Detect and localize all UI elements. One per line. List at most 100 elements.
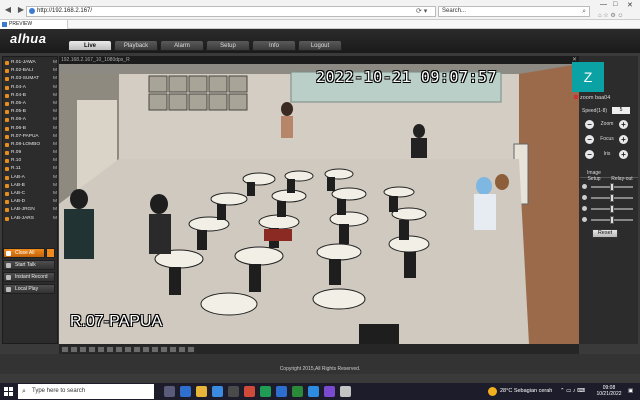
layout-16-icon[interactable] [88,345,96,353]
tab-relay-out[interactable]: Relay-out [608,176,636,182]
focus-out-button[interactable]: − [585,135,594,144]
focus-in-button[interactable]: + [619,135,628,144]
zoom-icon[interactable] [169,345,177,353]
camera-main-stream[interactable]: M [53,84,57,92]
mail-icon[interactable] [212,386,223,397]
contrast-knob[interactable] [610,194,614,202]
store-icon[interactable] [228,386,239,397]
maximize-button[interactable]: □ [613,1,617,8]
brightness-knob[interactable] [610,183,614,191]
camera-list-item[interactable]: R.04-A M [4,84,58,92]
back-icon[interactable]: ◀ [3,5,13,15]
reset-button[interactable]: Reset [592,229,618,238]
camera-main-stream[interactable]: M [53,125,57,133]
camera-main-stream[interactable]: M [53,165,57,173]
instant-record-button[interactable]: Instant Record [3,272,55,282]
camera-main-stream[interactable]: M [53,67,57,75]
camera-list-item[interactable]: R.06-A M [4,116,58,124]
layout-36-icon[interactable] [106,345,114,353]
word-icon[interactable] [276,386,287,397]
close-window-button[interactable]: ✕ [627,1,633,9]
camera-list-item[interactable]: R.07-PAPUA M [4,133,58,141]
layout-dropdown[interactable] [46,248,55,258]
camera-list-item[interactable]: R.05-A M [4,100,58,108]
camera-list-item[interactable]: LAB-JRGN M [4,206,58,214]
menu-live[interactable]: Live [68,40,112,51]
camera-list-item[interactable]: LAB-D M [4,198,58,206]
audio-icon[interactable] [142,345,150,353]
camera-list-item[interactable]: R.10 M [4,157,58,165]
task-view-icon[interactable] [164,386,175,397]
camera-main-stream[interactable]: M [53,206,57,214]
hue-knob[interactable] [610,216,614,224]
camera-main-stream[interactable]: M [53,215,57,223]
menu-setup[interactable]: Setup [206,40,250,51]
camera-list-item[interactable]: LAB-C M [4,190,58,198]
camera-main-stream[interactable]: M [53,92,57,100]
camera-main-stream[interactable]: M [53,174,57,182]
layout-4-icon[interactable] [70,345,78,353]
iris-close-button[interactable]: − [585,150,594,159]
windows-start-icon[interactable] [4,387,13,396]
zoom-app-icon[interactable] [308,386,319,397]
notification-icon[interactable]: ▣ [628,383,633,400]
layout-25-icon[interactable] [97,345,105,353]
menu-alarm[interactable]: Alarm [160,40,204,51]
file-explorer-icon[interactable] [196,386,207,397]
camera-list-item[interactable]: LAB-JARS M [4,215,58,223]
camera-list-item[interactable]: R.04-B M [4,92,58,100]
search-input[interactable]: Search... ⌕ [438,6,590,17]
camera-main-stream[interactable]: M [53,149,57,157]
tab-preview[interactable]: PREVIEW [0,20,68,29]
taskbar-clock[interactable]: 09:08 10/21/2022 [596,385,622,397]
record-toggle-icon[interactable] [133,345,141,353]
stream-icon[interactable] [187,345,195,353]
teams-icon[interactable] [324,386,335,397]
camera-list-item[interactable]: R.08-LOMBO M [4,141,58,149]
camera-main-stream[interactable]: M [53,100,57,108]
camera-main-stream[interactable]: M [53,116,57,124]
camera-main-stream[interactable]: M [53,157,57,165]
menu-playback[interactable]: Playback [114,40,158,51]
tray-icons[interactable]: ⌃ ▭ ♪ ⌨ [560,383,585,400]
camera-list-item[interactable]: R.09 M [4,149,58,157]
camera-main-stream[interactable]: M [53,190,57,198]
close-all-button[interactable]: Close All [3,248,45,258]
tab-image-setup[interactable]: Image Setup [580,170,608,182]
edge-icon[interactable] [180,386,191,397]
search-icon[interactable]: ⌕ [582,7,586,16]
office-icon[interactable] [244,386,255,397]
video-viewport[interactable]: 192.168.2.167_10_1080dps_R ✕ [59,56,579,344]
iris-open-button[interactable]: + [619,150,628,159]
camera-list-item[interactable]: R.05-B M [4,108,58,116]
zoom-in-button[interactable]: + [619,120,628,129]
forward-icon[interactable]: ▶ [16,5,26,15]
speed-select[interactable]: 5 [612,107,630,114]
home-icon[interactable]: ⌂ ☆ ⚙ ☺ [598,12,624,19]
start-talk-button[interactable]: Start Talk [3,260,55,270]
chrome-icon[interactable] [260,386,271,397]
camera-list-item[interactable]: R.11 M [4,165,58,173]
camera-main-stream[interactable]: M [53,75,57,83]
camera-main-stream[interactable]: M [53,59,57,67]
camera-list-item[interactable]: LAB-A M [4,174,58,182]
camera-list-item[interactable]: R.02-BALI M [4,67,58,75]
camera-main-stream[interactable]: M [53,133,57,141]
refresh-icon[interactable]: ⟳ ▾ [416,7,427,15]
menu-info[interactable]: Info [252,40,296,51]
camera-main-stream[interactable]: M [53,141,57,149]
menu-logout[interactable]: Logout [298,40,342,51]
excel-icon[interactable] [292,386,303,397]
weather-text[interactable]: 28°C Sebagian cerah [500,383,552,400]
fullscreen-icon[interactable] [115,345,123,353]
camera-list-item[interactable]: LAB-B M [4,182,58,190]
minimize-button[interactable]: — [600,1,607,8]
camera-main-stream[interactable]: M [53,198,57,206]
address-bar[interactable]: http://192.168.2.167/ [26,6,436,17]
local-play-button[interactable]: Local Play [3,284,55,294]
camera-main-stream[interactable]: M [53,182,57,190]
app-icon[interactable] [340,386,351,397]
fisheye-icon[interactable] [160,345,168,353]
layout-1-icon[interactable] [61,345,69,353]
saturation-knob[interactable] [610,205,614,213]
